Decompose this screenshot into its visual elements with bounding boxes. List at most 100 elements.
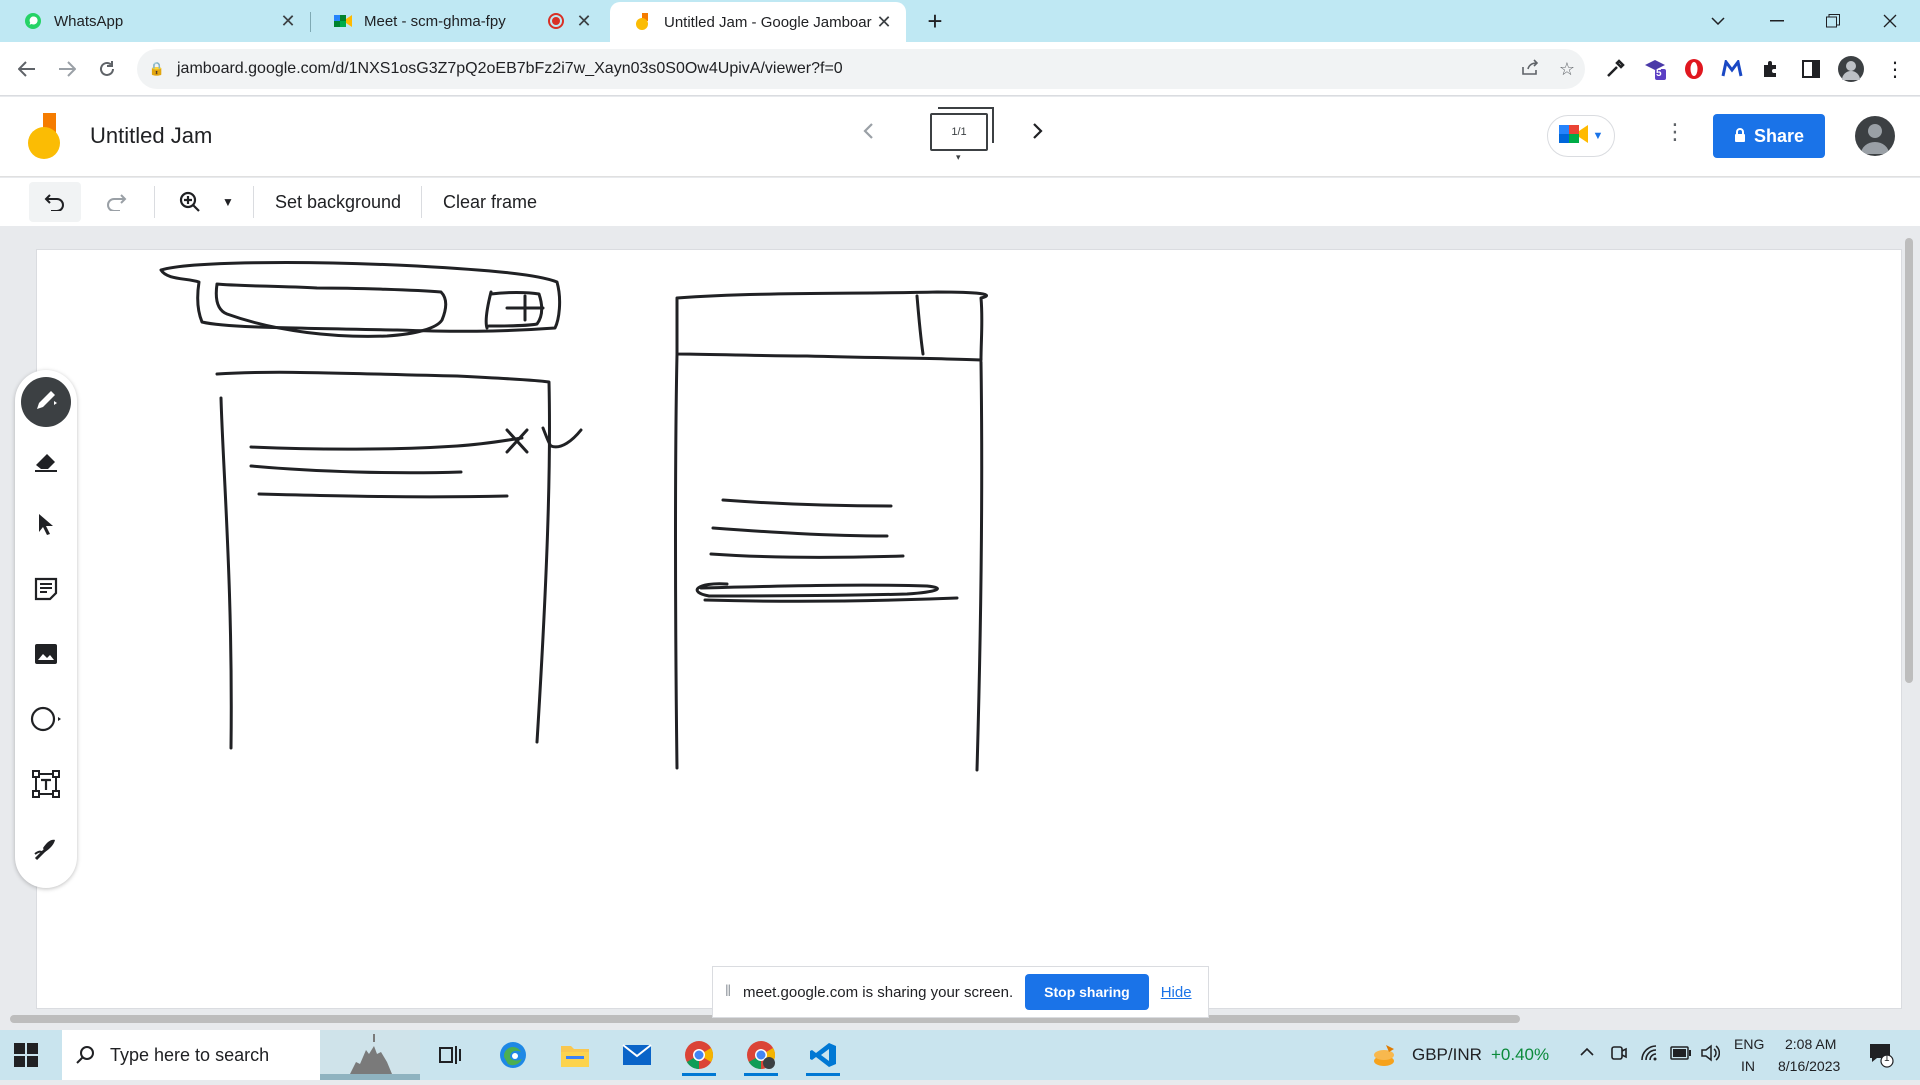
jam-toolbar: ▼ Set background Clear frame [0, 178, 1920, 226]
vscode-icon[interactable] [798, 1034, 848, 1076]
restore-button[interactable] [1805, 0, 1861, 42]
tab-meet[interactable]: Meet - scm-ghma-fpy ✕ [310, 0, 606, 42]
language-indicator-top[interactable]: ENG [1734, 1036, 1764, 1052]
back-icon[interactable] [12, 54, 42, 84]
forward-icon[interactable] [52, 54, 82, 84]
reload-icon[interactable] [92, 54, 122, 84]
undo-icon[interactable] [29, 182, 81, 222]
close-icon[interactable]: ✕ [276, 9, 300, 33]
circle-shape-icon [30, 706, 62, 737]
tab-search-chevron-icon[interactable] [1690, 0, 1746, 42]
frame-indicator-text: 1/1 [951, 126, 967, 138]
share-page-icon[interactable] [1513, 58, 1549, 80]
close-icon[interactable]: ✕ [872, 10, 896, 34]
tab-whatsapp[interactable]: WhatsApp ✕ [0, 0, 310, 42]
jamboard-icon [634, 13, 652, 31]
chrome-icon[interactable] [674, 1034, 724, 1076]
battery-icon[interactable] [1670, 1046, 1692, 1065]
jam-title[interactable]: Untitled Jam [90, 123, 212, 149]
next-frame-icon[interactable] [1032, 119, 1044, 147]
eraser-tool[interactable] [21, 438, 71, 488]
side-panel-icon[interactable] [1798, 56, 1824, 82]
show-hidden-icons-chevron-icon[interactable] [1580, 1044, 1594, 1062]
screen-sharing-banner: ‖ meet.google.com is sharing your screen… [712, 966, 1209, 1018]
extension-badge-count: 5 [1656, 68, 1662, 79]
notification-center-icon[interactable]: 1 [1868, 1042, 1894, 1073]
zoom-dropdown-chevron-icon[interactable]: ▼ [214, 182, 242, 222]
zoom-icon[interactable] [170, 182, 210, 222]
previous-frame-icon[interactable] [862, 119, 874, 147]
tab-jamboard[interactable]: Untitled Jam - Google Jamboard ✕ [610, 2, 906, 42]
windows-start-icon[interactable] [14, 1043, 38, 1067]
eraser-icon [33, 449, 59, 478]
tab-title: Untitled Jam - Google Jamboard [664, 13, 872, 31]
file-explorer-icon[interactable] [550, 1034, 600, 1076]
jamboard-logo-icon[interactable] [28, 113, 62, 159]
more-options-icon[interactable]: ⋮ [1664, 119, 1686, 145]
pen-tool[interactable] [21, 377, 71, 427]
browser-tabstrip: WhatsApp ✕ Meet - scm-ghma-fpy ✕ Untitle… [0, 0, 1920, 42]
laser-icon [33, 836, 59, 867]
edge-browser-icon[interactable] [488, 1034, 538, 1076]
malwarebytes-extension-icon[interactable] [1719, 56, 1745, 82]
jam-header: Untitled Jam 1/1 ▾ ▼ ⋮ Share [0, 97, 1920, 177]
search-placeholder: Type here to search [110, 1044, 270, 1065]
meet-present-button[interactable]: ▼ [1547, 115, 1615, 157]
address-bar[interactable]: 🔒 jamboard.google.com/d/1NXS1osG3Z7pQ2oE… [137, 49, 1585, 89]
extensions-puzzle-icon[interactable] [1758, 56, 1784, 82]
chrome-profile-icon[interactable] [736, 1034, 786, 1076]
clear-frame-button[interactable]: Clear frame [438, 182, 542, 222]
bookmark-star-icon[interactable]: ☆ [1549, 59, 1585, 80]
meet-tray-icon[interactable] [1610, 1044, 1628, 1067]
task-view-icon[interactable] [425, 1034, 475, 1076]
lock-icon[interactable]: 🔒 [137, 61, 177, 77]
jam-canvas[interactable] [36, 249, 1902, 1009]
meet-icon [1558, 122, 1589, 151]
volume-icon[interactable] [1700, 1044, 1721, 1067]
recording-icon [548, 13, 564, 29]
extension-badge-icon[interactable]: 5 [1642, 56, 1668, 82]
eyedropper-extension-icon[interactable] [1602, 56, 1628, 82]
laser-tool[interactable] [21, 826, 71, 876]
share-button[interactable]: Share [1713, 114, 1825, 158]
search-highlight-image [320, 1030, 420, 1080]
text-box-tool[interactable] [21, 761, 71, 811]
profile-avatar-icon[interactable] [1838, 56, 1864, 82]
set-background-button[interactable]: Set background [270, 182, 406, 222]
stop-sharing-button[interactable]: Stop sharing [1025, 974, 1149, 1010]
select-tool[interactable] [21, 501, 71, 551]
sketch-drawing [159, 261, 989, 772]
opera-extension-icon[interactable] [1681, 56, 1707, 82]
taskbar-search-box[interactable]: Type here to search [62, 1030, 420, 1080]
clock-time[interactable]: 2:08 AM [1785, 1036, 1836, 1052]
circle-tool[interactable] [21, 696, 71, 746]
notification-count: 1 [1884, 1053, 1890, 1064]
redo-icon[interactable] [90, 182, 142, 222]
browser-menu-icon[interactable]: ⋮ [1882, 56, 1908, 82]
language-indicator-bottom[interactable]: IN [1741, 1058, 1755, 1074]
whatsapp-icon [24, 12, 42, 30]
sticky-note-tool[interactable] [21, 566, 71, 616]
tab-title: WhatsApp [54, 12, 124, 30]
meet-icon [334, 12, 352, 30]
wifi-icon[interactable] [1640, 1044, 1660, 1067]
lock-icon [1734, 126, 1746, 147]
vertical-scrollbar[interactable] [1905, 238, 1913, 683]
drag-handle-icon[interactable]: ‖ [713, 983, 743, 1001]
toolbar-divider [253, 186, 254, 218]
close-icon[interactable]: ✕ [572, 9, 596, 33]
frame-bar-toggle[interactable]: 1/1 ▾ [930, 107, 994, 162]
sharing-message: meet.google.com is sharing your screen. [743, 983, 1014, 1001]
clock-date[interactable]: 8/16/2023 [1778, 1058, 1840, 1074]
image-tool[interactable] [21, 631, 71, 681]
new-tab-button[interactable]: + [920, 6, 950, 36]
ticker-change[interactable]: +0.40% [1491, 1045, 1549, 1065]
mail-icon[interactable] [612, 1034, 662, 1076]
ticker-symbol[interactable]: GBP/INR [1412, 1045, 1482, 1065]
chevron-down-icon: ▼ [1592, 130, 1604, 142]
image-icon [34, 643, 58, 670]
hide-banner-link[interactable]: Hide [1161, 984, 1192, 1001]
minimize-button[interactable] [1749, 0, 1805, 42]
account-avatar[interactable] [1855, 116, 1895, 156]
close-window-button[interactable] [1862, 0, 1918, 42]
